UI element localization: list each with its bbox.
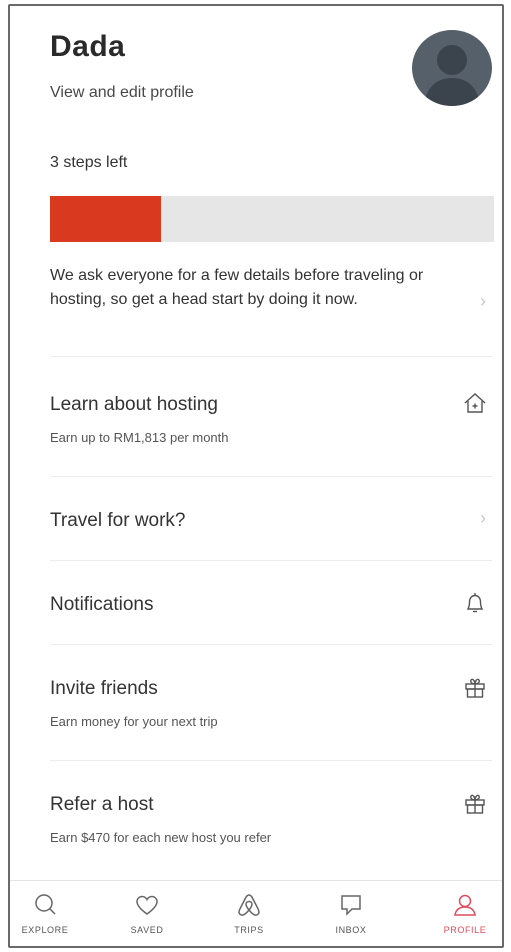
- gift-icon: [462, 790, 488, 816]
- invite-friends-title: Invite friends: [50, 678, 158, 699]
- heart-icon: [136, 895, 158, 915]
- tab-label: INBOX: [335, 925, 367, 935]
- refer-host-subtitle: Earn $470 for each new host you refer: [50, 830, 272, 845]
- user-icon: [454, 894, 476, 916]
- travel-for-work-title: Travel for work?: [50, 510, 186, 531]
- tab-label: EXPLORE: [21, 925, 69, 935]
- hosting-title: Learn about hosting: [50, 394, 218, 415]
- tab-inbox[interactable]: INBOX: [316, 891, 386, 935]
- divider: [50, 476, 492, 477]
- progress-bar-fill: [50, 196, 161, 242]
- refer-host-title: Refer a host: [50, 794, 154, 815]
- chevron-right-icon: ›: [480, 508, 486, 528]
- tab-saved[interactable]: SAVED: [112, 891, 182, 935]
- tab-label: TRIPS: [234, 925, 264, 935]
- tab-label: PROFILE: [443, 925, 487, 935]
- divider: [50, 644, 492, 645]
- message-icon: [341, 895, 361, 916]
- search-icon: [35, 894, 56, 915]
- progress-bar: [50, 196, 494, 242]
- tab-explore[interactable]: EXPLORE: [10, 891, 80, 935]
- divider: [50, 356, 492, 357]
- notifications-title: Notifications: [50, 594, 154, 615]
- gift-icon: [462, 674, 488, 700]
- steps-left-label: 3 steps left: [50, 154, 128, 171]
- hosting-subtitle: Earn up to RM1,813 per month: [50, 430, 229, 445]
- onboarding-info-text: We ask everyone for a few details before…: [50, 267, 424, 308]
- tab-trips[interactable]: TRIPS: [214, 891, 284, 935]
- bell-icon: [462, 590, 488, 616]
- chevron-right-icon: ›: [480, 291, 486, 311]
- bottom-tab-bar: EXPLORE SAVED TRIPS INBOX PROFILE: [10, 880, 502, 946]
- house-icon: [462, 390, 488, 416]
- profile-header[interactable]: Dada View and edit profile: [50, 30, 492, 120]
- person-silhouette-icon: [424, 45, 480, 106]
- airbnb-logo-icon: [238, 894, 260, 916]
- tab-label: SAVED: [130, 925, 164, 935]
- app-screen: Dada View and edit profile 3 steps left …: [8, 4, 504, 948]
- divider: [50, 560, 492, 561]
- invite-friends-subtitle: Earn money for your next trip: [50, 714, 218, 729]
- view-edit-profile-link[interactable]: View and edit profile: [50, 84, 194, 102]
- divider: [50, 760, 492, 761]
- tab-profile[interactable]: PROFILE: [430, 891, 500, 935]
- avatar[interactable]: [412, 30, 492, 106]
